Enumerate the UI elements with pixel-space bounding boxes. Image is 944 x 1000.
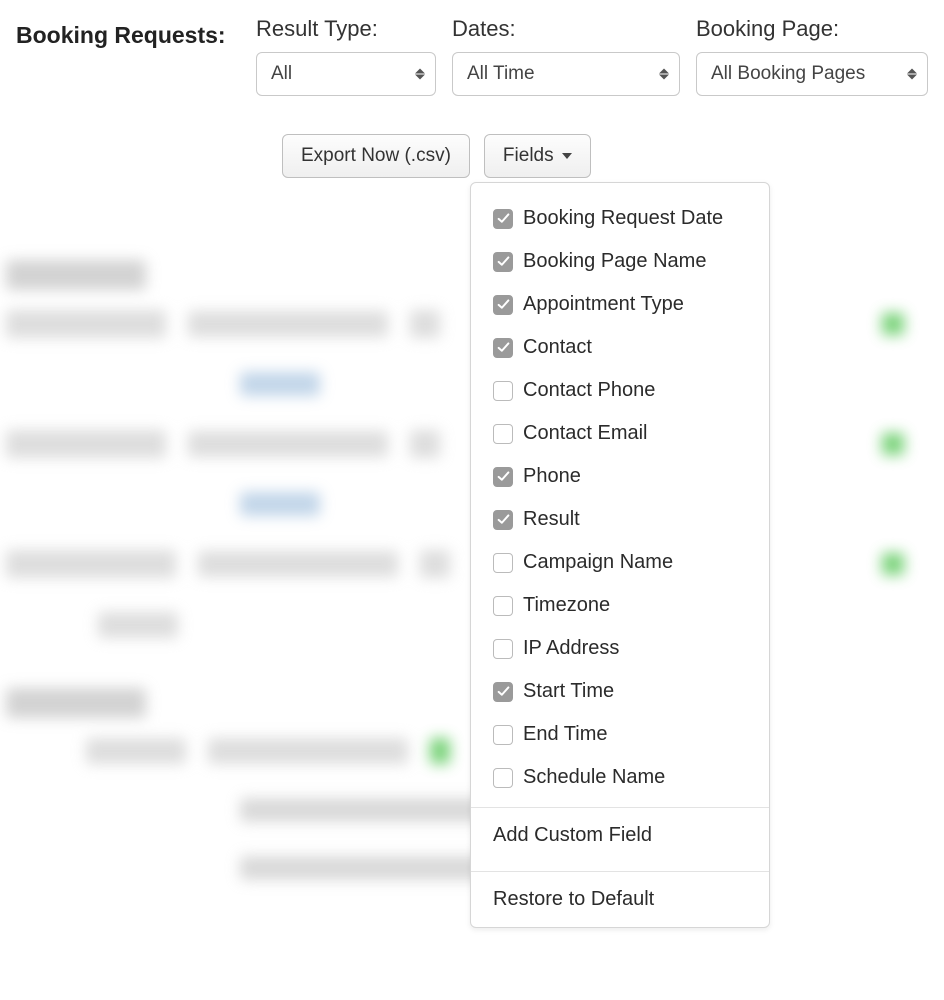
checkbox-icon[interactable] <box>493 381 513 401</box>
checkbox-icon[interactable] <box>493 295 513 315</box>
field-item-campaign-name[interactable]: Campaign Name <box>471 541 769 584</box>
field-item-label: Contact <box>523 336 592 359</box>
caret-down-icon <box>562 153 572 159</box>
checkbox-icon[interactable] <box>493 682 513 702</box>
fields-dropdown-button[interactable]: Fields <box>484 134 591 178</box>
field-item-booking-request-date[interactable]: Booking Request Date <box>471 197 769 240</box>
field-item-contact[interactable]: Contact <box>471 326 769 369</box>
add-custom-field-item[interactable]: Add Custom Field <box>471 808 769 863</box>
checkbox-icon[interactable] <box>493 252 513 272</box>
checkbox-icon[interactable] <box>493 209 513 229</box>
field-item-result[interactable]: Result <box>471 498 769 541</box>
export-csv-label: Export Now (.csv) <box>301 145 451 167</box>
field-item-ip-address[interactable]: IP Address <box>471 627 769 670</box>
field-item-label: Result <box>523 508 580 531</box>
field-item-label: End Time <box>523 723 607 746</box>
checkbox-icon[interactable] <box>493 596 513 616</box>
field-item-label: Start Time <box>523 680 614 703</box>
field-item-end-time[interactable]: End Time <box>471 713 769 756</box>
booking-page-select[interactable]: All Booking Pages <box>696 52 928 96</box>
updown-icon <box>415 69 425 80</box>
checkbox-icon[interactable] <box>493 510 513 530</box>
dates-label: Dates: <box>452 16 680 42</box>
checkbox-icon[interactable] <box>493 467 513 487</box>
field-item-booking-page-name[interactable]: Booking Page Name <box>471 240 769 283</box>
result-type-label: Result Type: <box>256 16 436 42</box>
checkbox-icon[interactable] <box>493 424 513 444</box>
field-item-label: IP Address <box>523 637 619 660</box>
field-item-contact-phone[interactable]: Contact Phone <box>471 369 769 412</box>
field-item-label: Schedule Name <box>523 766 665 789</box>
field-item-label: Timezone <box>523 594 610 617</box>
updown-icon <box>907 69 917 80</box>
field-item-contact-email[interactable]: Contact Email <box>471 412 769 455</box>
booking-page-label: Booking Page: <box>696 16 928 42</box>
field-item-start-time[interactable]: Start Time <box>471 670 769 713</box>
checkbox-icon[interactable] <box>493 725 513 745</box>
dates-value: All Time <box>467 63 535 85</box>
field-item-label: Booking Request Date <box>523 207 723 230</box>
field-item-label: Phone <box>523 465 581 488</box>
field-item-appointment-type[interactable]: Appointment Type <box>471 283 769 326</box>
checkbox-icon[interactable] <box>493 553 513 573</box>
field-item-timezone[interactable]: Timezone <box>471 584 769 627</box>
field-item-label: Campaign Name <box>523 551 673 574</box>
fields-dropdown-menu: Booking Request Date Booking Page Name App… <box>470 182 770 928</box>
field-item-phone[interactable]: Phone <box>471 455 769 498</box>
field-item-label: Contact Phone <box>523 379 655 402</box>
checkbox-icon[interactable] <box>493 768 513 788</box>
field-item-label: Booking Page Name <box>523 250 706 273</box>
page-title: Booking Requests: <box>16 16 238 49</box>
field-item-schedule-name[interactable]: Schedule Name <box>471 756 769 799</box>
fields-dropdown-label: Fields <box>503 145 554 167</box>
restore-default-item[interactable]: Restore to Default <box>471 872 769 927</box>
field-item-label: Appointment Type <box>523 293 684 316</box>
result-type-value: All <box>271 63 292 85</box>
field-item-label: Contact Email <box>523 422 648 445</box>
updown-icon <box>659 69 669 80</box>
checkbox-icon[interactable] <box>493 338 513 358</box>
result-type-select[interactable]: All <box>256 52 436 96</box>
checkbox-icon[interactable] <box>493 639 513 659</box>
dates-select[interactable]: All Time <box>452 52 680 96</box>
booking-page-value: All Booking Pages <box>711 63 865 85</box>
export-csv-button[interactable]: Export Now (.csv) <box>282 134 470 178</box>
